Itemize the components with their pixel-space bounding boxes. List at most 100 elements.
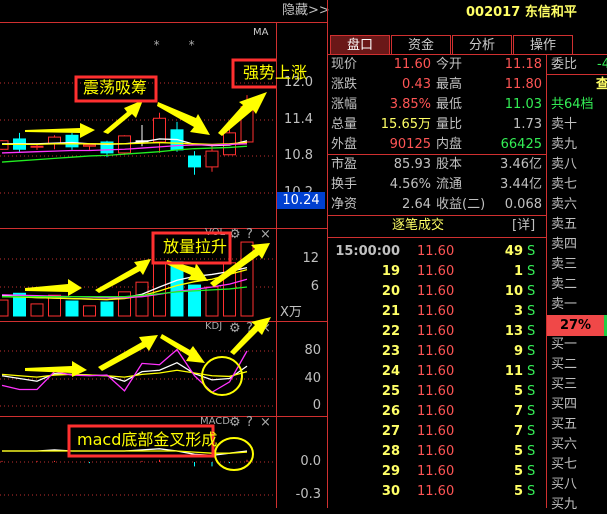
query-button[interactable]: 查 xyxy=(596,76,607,94)
annotation-strong-rise: 强势上涨 xyxy=(243,63,308,82)
tick-time: 29 xyxy=(381,464,400,479)
sell-level[interactable]: 卖五 xyxy=(551,216,577,234)
tab-operate[interactable]: 操作 xyxy=(513,35,573,55)
divider xyxy=(327,237,546,238)
fundamental-value: 2.64 xyxy=(402,197,431,212)
fundamental-label: 净资 xyxy=(331,197,358,212)
quote-value: 11.03 xyxy=(504,97,542,112)
kdj-tick: 80 xyxy=(304,343,321,358)
hide-button[interactable]: 隐藏>> xyxy=(282,2,330,20)
quote-value: 66425 xyxy=(500,137,542,152)
tab-analysis[interactable]: 分析 xyxy=(452,35,512,55)
tick-side: S xyxy=(527,304,536,319)
fundamental-value: 3.44亿 xyxy=(500,177,542,192)
candle xyxy=(205,150,219,168)
sell-level[interactable]: 卖六 xyxy=(551,196,577,214)
quote-value: 11.18 xyxy=(504,57,542,72)
quote-value: 11.60 xyxy=(393,57,431,72)
quote-label: 最低 xyxy=(436,97,463,112)
sell-level[interactable]: 卖二 xyxy=(551,276,577,294)
candle xyxy=(30,145,44,148)
quote-label: 现价 xyxy=(331,57,358,72)
sell-level[interactable]: 卖十 xyxy=(551,116,577,134)
weibi-value: -4 xyxy=(597,57,607,72)
tick-time: 15:00:00 xyxy=(335,244,400,259)
buy-level[interactable]: 买四 xyxy=(551,396,577,414)
divider xyxy=(327,54,607,55)
levels-count: 共64档 xyxy=(551,97,594,112)
buy-level[interactable]: 买八 xyxy=(551,476,577,494)
stock-title: 002017 东信和平 xyxy=(466,4,577,22)
tick-volume: 5 xyxy=(513,464,523,479)
sell-level[interactable]: 卖四 xyxy=(551,236,577,254)
quote-label: 涨幅 xyxy=(331,97,358,112)
axis-divider xyxy=(276,22,277,508)
tick-volume: 3 xyxy=(513,304,523,319)
stock-name: 东信和平 xyxy=(524,5,577,20)
quote-value: 3.85% xyxy=(389,97,431,112)
sell-level[interactable]: 卖九 xyxy=(551,136,577,154)
tick-volume: 5 xyxy=(513,484,523,499)
fundamental-label: 收益(二) xyxy=(436,197,486,212)
sell-level[interactable]: 卖八 xyxy=(551,156,577,174)
sell-level[interactable]: 卖三 xyxy=(551,256,577,274)
macd-tick: 0.0 xyxy=(300,454,321,469)
ticks-title: 逐笔成交 xyxy=(392,218,445,233)
quote-label: 量比 xyxy=(436,117,463,132)
divider xyxy=(546,54,547,508)
fundamental-label: 市盈 xyxy=(331,157,358,172)
annotation-accumulate: 震荡吸筹 xyxy=(83,78,148,97)
candle xyxy=(83,144,96,147)
tick-price: 11.60 xyxy=(417,404,455,419)
quote-label: 涨跌 xyxy=(331,77,358,92)
price-tick: 11.4 xyxy=(284,112,313,127)
panel-divider xyxy=(327,0,328,508)
buy-level[interactable]: 买三 xyxy=(551,376,577,394)
tab-funds[interactable]: 资金 xyxy=(391,35,451,55)
tick-side: S xyxy=(527,384,536,399)
fundamental-label: 股本 xyxy=(436,157,463,172)
buy-level[interactable]: 买一 xyxy=(551,336,577,354)
annotation-volume-up: 放量拉升 xyxy=(163,237,228,256)
tab-pankou[interactable]: 盘口 xyxy=(330,35,390,55)
volume-bar xyxy=(83,305,96,317)
stock-code: 002017 xyxy=(466,5,521,20)
ticks-detail-button[interactable]: [详] xyxy=(512,217,535,235)
annotation-macd-cross: macd底部金叉形成 xyxy=(77,430,218,449)
quote-label: 内盘 xyxy=(436,137,463,152)
tick-price: 11.60 xyxy=(417,484,455,499)
tick-volume: 7 xyxy=(513,424,523,439)
volume-bar xyxy=(65,300,79,317)
sell-level[interactable]: 卖七 xyxy=(551,176,577,194)
sell-level[interactable]: 卖一 xyxy=(551,296,577,314)
tick-time: 21 xyxy=(381,304,400,319)
annotations: * * xyxy=(25,38,276,471)
volume-bar xyxy=(30,303,44,317)
tick-price: 11.60 xyxy=(417,284,455,299)
tick-volume: 5 xyxy=(513,444,523,459)
buy-level[interactable]: 买七 xyxy=(551,456,577,474)
buy-level[interactable]: 买二 xyxy=(551,356,577,374)
tick-price: 11.60 xyxy=(417,304,455,319)
vol-unit: X万 xyxy=(280,305,302,320)
tick-volume: 10 xyxy=(504,284,523,299)
divider xyxy=(327,215,546,216)
quote-label: 最高 xyxy=(436,77,463,92)
tick-volume: 1 xyxy=(513,264,523,279)
tick-volume: 5 xyxy=(513,384,523,399)
kdj-tick: 0 xyxy=(312,398,321,413)
volume-bar xyxy=(0,299,9,317)
quote-label: 外盘 xyxy=(331,137,358,152)
tick-time: 26 xyxy=(381,404,400,419)
tick-side: S xyxy=(527,344,536,359)
buy-level[interactable]: 买九 xyxy=(551,496,577,514)
quote-value: 11.80 xyxy=(504,77,542,92)
tick-price: 11.60 xyxy=(417,444,455,459)
tick-volume: 49 xyxy=(504,244,523,259)
buy-level[interactable]: 买五 xyxy=(551,416,577,434)
weibi-label: 委比 xyxy=(551,57,578,72)
quote-label: 总量 xyxy=(331,117,358,132)
arrow-icon xyxy=(230,317,271,355)
tick-side: S xyxy=(527,444,536,459)
buy-level[interactable]: 买六 xyxy=(551,436,577,454)
